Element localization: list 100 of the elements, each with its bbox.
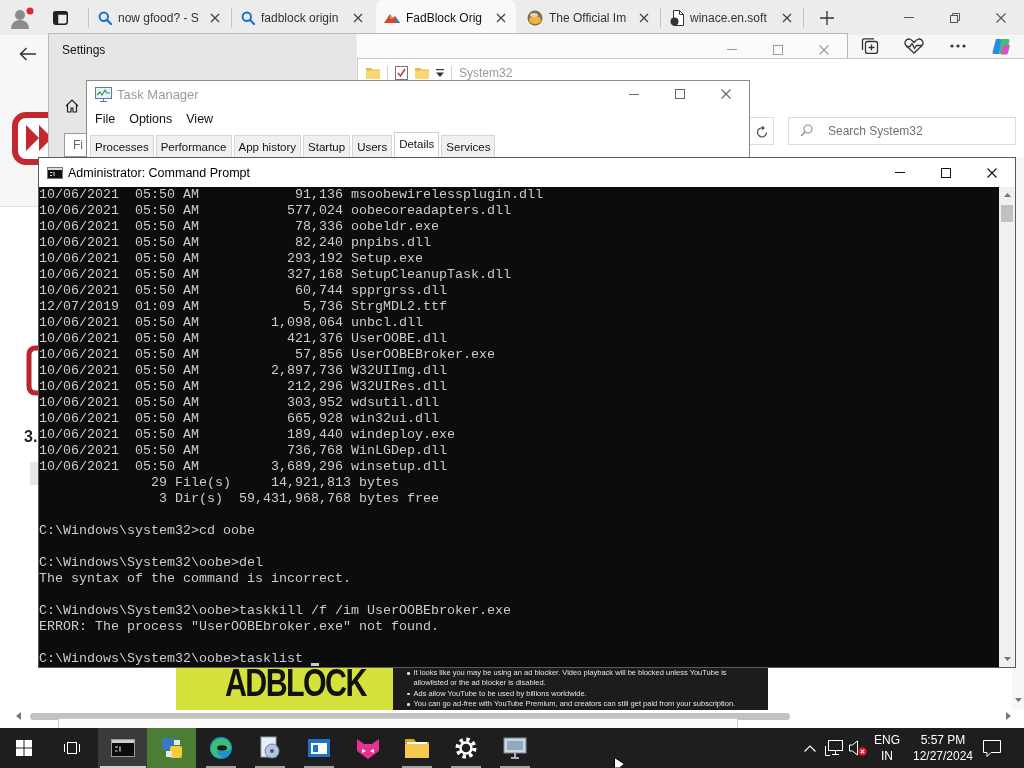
console-line: 10/06/2021 05:50 AM 2,897,736 W32UIImg.dll	[39, 363, 447, 379]
window-title: Task Manager	[117, 86, 199, 102]
scroll-right-icon[interactable]	[1006, 712, 1011, 720]
console-line: 10/06/2021 05:50 AM 327,168 SetupCleanupTask.dll	[39, 267, 511, 283]
heart-pulse-icon[interactable]	[904, 38, 924, 54]
console-line: C:\Windows\System32\oobe>taskkill /f /im UserOOBEbroker.exe	[39, 603, 511, 619]
profile-avatar-icon[interactable]	[10, 6, 34, 29]
menu-item[interactable]: File	[88, 111, 123, 126]
folder-icon	[404, 738, 429, 758]
dropdown-icon[interactable]	[436, 68, 444, 77]
speaker-muted-icon[interactable]	[849, 740, 867, 756]
browser-tab[interactable]: fadblock origin	[233, 0, 373, 35]
console-line: ERROR: The process "UserOOBEbroker.exe" not found.	[39, 619, 439, 635]
scrollbar-thumb[interactable]	[1001, 205, 1013, 222]
notification-icon[interactable]	[983, 739, 1001, 757]
mouse-pointer-icon	[614, 757, 625, 768]
browser-tab[interactable]: The Official Im	[519, 0, 659, 35]
scroll-down-icon[interactable]	[1014, 698, 1022, 702]
close-tab-icon[interactable]	[496, 12, 506, 23]
browser-tab[interactable]: FadBlock Orig	[376, 0, 516, 35]
ball-logo-icon	[527, 9, 543, 26]
clock-button[interactable]: 5:57 PM 12/27/2024	[904, 732, 982, 764]
tab[interactable]: Performance	[155, 135, 232, 157]
input-language-button[interactable]: ENG IN	[870, 732, 904, 764]
window-title: System32	[459, 65, 513, 80]
tab[interactable]: Startup	[303, 135, 351, 157]
console-line: 10/06/2021 05:50 AM 577,024 oobecoreadapters.dll	[39, 203, 511, 219]
bullet-icon	[407, 672, 410, 675]
taskbar-button[interactable]	[98, 728, 147, 768]
window-title: Administrator: Command Prompt	[68, 165, 250, 180]
console-line: 10/06/2021 05:50 AM 1,098,064 unbcl.dll	[39, 315, 423, 331]
menu-item[interactable]: Options	[122, 111, 180, 126]
scroll-left-icon[interactable]	[16, 712, 21, 720]
tab[interactable]: Users	[352, 135, 393, 157]
checked-page-icon[interactable]	[395, 65, 408, 80]
bullet-icon	[407, 703, 410, 706]
close-tab-icon[interactable]	[782, 12, 792, 23]
console-line: C:\Windows\system32>cd oobe	[39, 523, 255, 539]
restore-icon[interactable]	[950, 12, 960, 23]
window-title: Settings	[62, 42, 106, 57]
task-view-icon[interactable]	[64, 741, 80, 755]
cat-icon	[355, 737, 380, 759]
swirl-icon	[208, 736, 233, 760]
console-line: C:\Windows\System32\oobe>del	[39, 555, 263, 571]
console-line: 10/06/2021 05:50 AM 421,376 UserOOBE.dll	[39, 331, 447, 347]
console-line: 12/07/2019 01:09 AM 5,736 StrgMDL2.ttf	[39, 299, 447, 315]
minimize-icon[interactable]	[629, 93, 639, 95]
tab[interactable]: Details	[394, 132, 440, 157]
console-line: 10/06/2021 05:50 AM 78,336 oobeldr.exe	[39, 219, 439, 235]
close-tab-icon[interactable]	[210, 12, 220, 23]
console-line: 3 Dir(s) 59,431,968,768 bytes free	[157, 491, 439, 507]
back-icon[interactable]	[19, 47, 37, 61]
console-line: 10/06/2021 05:50 AM 189,440 windeploy.exe	[39, 427, 455, 443]
chevron-up-icon[interactable]	[804, 744, 816, 752]
tab[interactable]: App history	[233, 135, 302, 157]
disc-page-icon	[257, 736, 282, 760]
console-line: 10/06/2021 05:50 AM 3,689,296 winsetup.dll	[39, 459, 447, 475]
more-icon[interactable]	[950, 44, 966, 48]
tab[interactable]: Services	[441, 135, 496, 157]
gear-icon	[454, 737, 477, 759]
console-line: The syntax of the command is incorrect.	[39, 571, 351, 587]
console-line: 10/06/2021 05:50 AM 60,744 spprgrss.dll	[39, 283, 447, 299]
console-line: 10/06/2021 05:50 AM 82,240 pnpibs.dll	[39, 235, 431, 251]
console-line: C:\Windows\System32\oobe>tasklist	[39, 651, 303, 667]
close-icon[interactable]	[996, 12, 1006, 23]
window-icon	[306, 738, 331, 758]
close-icon[interactable]	[987, 167, 997, 178]
logo-frame-drawing	[26, 345, 40, 396]
monitor-icon	[502, 737, 527, 759]
console-window-icon	[110, 739, 135, 757]
tiles-icon	[159, 736, 184, 760]
console-line: 10/06/2021 05:50 AM 91,136 msoobewirelessplugin.dll	[39, 187, 543, 203]
step-number: 3.	[24, 428, 38, 446]
tab[interactable]: Processes	[90, 135, 154, 157]
console-line: 10/06/2021 05:50 AM 293,192 Setup.exe	[39, 251, 423, 267]
search-field[interactable]: Fi	[64, 133, 86, 157]
menu-item[interactable]: View	[179, 111, 221, 126]
color-logo-icon[interactable]	[992, 37, 1012, 55]
browser-tab[interactable]: winace.en.soft	[662, 0, 802, 35]
console-line: 10/06/2021 05:50 AM 665,928 win32ui.dll	[39, 411, 439, 427]
mountain-logo-icon	[384, 12, 400, 23]
document-icon	[670, 9, 684, 26]
console-line: 29 File(s) 14,921,813 bytes	[149, 475, 399, 491]
new-tab-icon[interactable]	[820, 10, 834, 25]
tab-panel-icon[interactable]	[52, 10, 68, 25]
close-tab-icon[interactable]	[353, 12, 363, 23]
stack-plus-icon[interactable]	[861, 38, 879, 54]
scroll-down-icon[interactable]	[1003, 657, 1011, 661]
network-icon[interactable]	[825, 740, 843, 756]
home-icon[interactable]	[65, 99, 79, 113]
ad-headline: ADBLOCK	[225, 668, 366, 699]
start-icon[interactable]	[16, 740, 32, 756]
close-tab-icon[interactable]	[639, 12, 649, 23]
maximize-icon[interactable]	[941, 167, 951, 178]
browser-tab[interactable]: now gfood? - S	[90, 0, 230, 35]
search-icon	[800, 124, 813, 137]
scroll-up-icon[interactable]	[1003, 193, 1011, 197]
console-line: 10/06/2021 05:50 AM 212,296 W32UIRes.dll	[39, 379, 447, 395]
console-window-icon	[47, 166, 63, 179]
bullet-icon	[407, 692, 410, 696]
